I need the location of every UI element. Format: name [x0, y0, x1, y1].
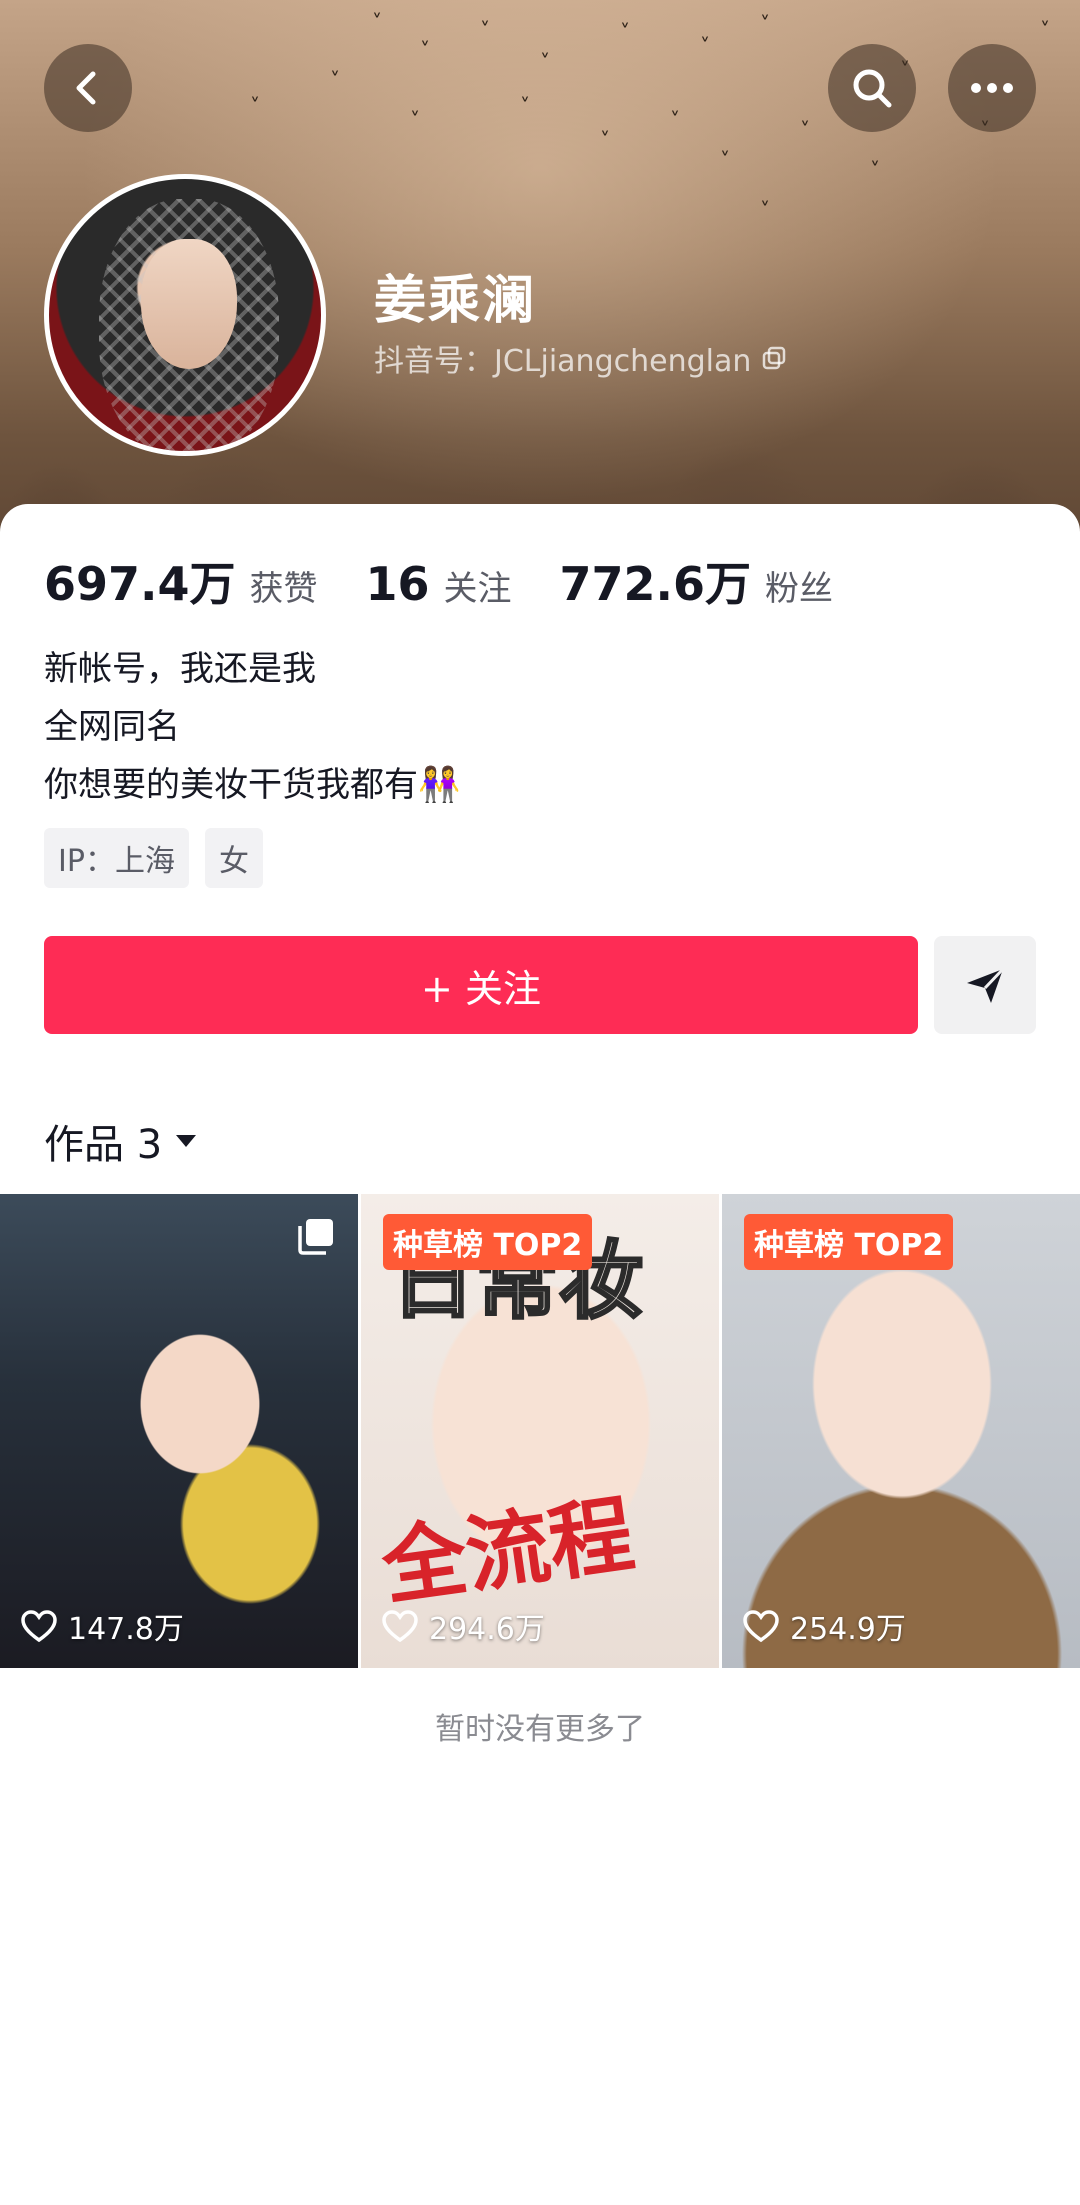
video-likes: 254.9万 [742, 1604, 906, 1648]
profile-tags: IP：上海 女 [44, 828, 263, 888]
no-more-content-text: 暂时没有更多了 [435, 1712, 645, 1747]
multi-image-icon [298, 1219, 333, 1255]
avatar-face [141, 239, 237, 369]
likes-count[interactable]: 697.4万 [44, 548, 236, 614]
dropdown-triangle-icon [176, 1135, 197, 1147]
works-title: 作品 3 [44, 1122, 163, 1168]
douyin-id-text: 抖音号：JCLjiangchenglan [374, 344, 752, 379]
send-message-button[interactable] [934, 936, 1036, 1034]
video-tile[interactable]: 147.8万 [0, 1194, 358, 1668]
works-tab[interactable]: 作品 3 [44, 1112, 198, 1170]
bird-decoration: ˅ [372, 10, 382, 34]
stats-row: 697.4万 获赞 16 关注 772.6万 粉丝 [44, 548, 881, 614]
video-tile[interactable]: 种草榜 TOP2 254.9万 [722, 1194, 1080, 1668]
profile-banner: ˅ ˅ ˅ ˅ ˅ ˅ ˅ ˅ ˅ ˅ ˅ ˅ ˅ ˅ ˅ ˅ ˅ ˅ ˅ ˅ … [0, 0, 1080, 560]
search-button[interactable] [828, 44, 916, 132]
following-label: 关注 [443, 569, 512, 609]
bio-line: 新帐号，我还是我 [44, 649, 316, 689]
followers-count[interactable]: 772.6万 [560, 548, 752, 614]
following-count[interactable]: 16 [366, 557, 430, 611]
bird-decoration: ˅ [330, 68, 340, 92]
copy-icon[interactable] [761, 345, 787, 371]
trending-badge: 种草榜 TOP2 [744, 1214, 954, 1270]
trending-badge: 种草榜 TOP2 [383, 1214, 593, 1270]
back-button[interactable] [44, 44, 132, 132]
bird-decoration: ˅ [870, 158, 880, 182]
bird-decoration: ˅ [540, 50, 550, 74]
video-likes: 294.6万 [381, 1604, 545, 1648]
heart-icon [382, 1610, 418, 1643]
more-button[interactable] [948, 44, 1036, 132]
bird-decoration: ˅ [620, 20, 630, 44]
send-icon [967, 967, 1005, 1003]
bird-decoration: ˅ [480, 18, 490, 42]
ip-location-tag: IP：上海 [44, 828, 189, 888]
douyin-id[interactable]: 抖音号：JCLjiangchenglan [374, 336, 787, 380]
video-likes-count: 294.6万 [429, 1612, 545, 1647]
profile-bio: 新帐号，我还是我 全网同名 你想要的美妆干货我都有👭 [44, 640, 460, 814]
profile-card: 697.4万 获赞 16 关注 772.6万 粉丝 新帐号，我还是我 全网同名 … [0, 504, 1080, 2205]
video-likes-count: 147.8万 [68, 1612, 184, 1647]
back-icon [76, 71, 96, 105]
bio-line: 你想要的美妆干货我都有👭 [44, 765, 461, 805]
avatar[interactable] [44, 174, 326, 456]
heart-icon [743, 1610, 779, 1643]
profile-name: 姜乘澜 [374, 271, 537, 331]
bird-decoration: ˅ [800, 118, 810, 142]
bird-decoration: ˅ [250, 94, 260, 118]
follow-button[interactable]: + 关注 [44, 936, 918, 1034]
search-icon [853, 69, 892, 108]
bird-decoration: ˅ [720, 148, 730, 172]
works-grid: 147.8万 日常妆 种草榜 TOP2 全流程 294.6万 种草榜 TOP2 … [0, 1194, 1080, 1668]
video-overlay-subtitle: 全流程 [376, 1484, 640, 1617]
bio-line: 全网同名 [44, 707, 180, 747]
bird-decoration: ˅ [700, 34, 710, 58]
bird-decoration: ˅ [1040, 18, 1050, 42]
followers-label: 粉丝 [765, 569, 834, 609]
bird-decoration: ˅ [760, 12, 770, 36]
bird-decoration: ˅ [420, 38, 430, 62]
video-likes-count: 254.9万 [790, 1612, 906, 1647]
bird-decoration: ˅ [520, 94, 530, 118]
video-tile[interactable]: 日常妆 种草榜 TOP2 全流程 294.6万 [361, 1194, 719, 1668]
bird-decoration: ˅ [410, 108, 420, 132]
video-likes: 147.8万 [20, 1604, 184, 1648]
bird-decoration: ˅ [600, 128, 610, 152]
likes-label: 获赞 [249, 569, 318, 609]
heart-icon [21, 1610, 57, 1643]
bird-decoration: ˅ [670, 108, 680, 132]
bird-decoration: ˅ [760, 198, 770, 222]
gender-tag: 女 [204, 828, 263, 888]
more-icon [971, 83, 1013, 93]
